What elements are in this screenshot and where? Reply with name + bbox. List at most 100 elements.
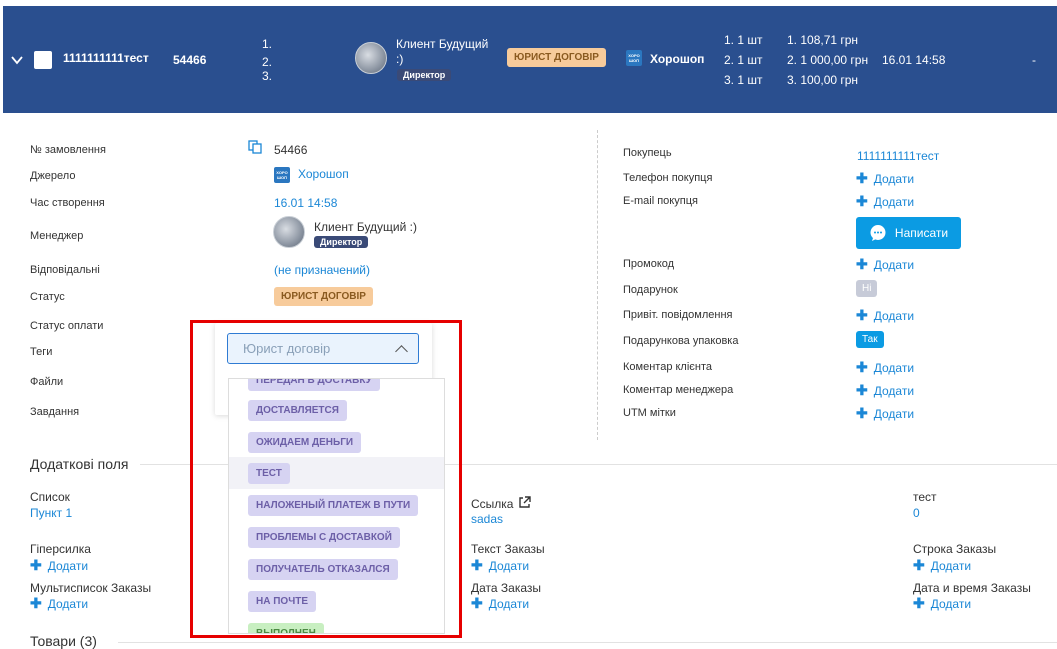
label-files: Файли [30,376,64,388]
order-name[interactable]: 1111111111тест [63,51,149,65]
add-label: Додати [930,559,972,573]
field-date-orders-label: Дата Заказы [471,581,542,595]
label-email: E-mail покупця [623,195,698,207]
add-client-comment-button[interactable]: ✚ Додати [856,359,914,376]
label-gift-pack: Подарункова упаковка [623,335,739,347]
add-datetime-orders-button[interactable]: ✚ Додати [913,595,971,612]
order-no-value: 54466 [274,143,308,157]
add-text-orders-button[interactable]: ✚ Додати [471,557,529,574]
dash: - [1032,53,1036,67]
add-date-orders-button[interactable]: ✚ Додати [471,595,529,612]
plus-icon: ✚ [30,595,42,611]
chat-icon [870,225,886,241]
write-button[interactable]: Написати [856,217,961,249]
write-button-label: Написати [894,226,949,240]
client-name: Клиент Будущий :) [396,37,489,66]
label-created: Час створення [30,197,105,209]
label-tasks: Завдання [30,406,80,418]
add-promo-button[interactable]: ✚ Додати [856,256,914,273]
field-list-value[interactable]: Пункт 1 [30,506,72,520]
label-status: Статус [30,291,65,303]
label-order-no: № замовлення [30,144,106,156]
label-manager-comment: Коментар менеджера [623,384,734,396]
item-index: 1. [262,37,273,51]
price: 1. 108,71 грн [787,33,859,47]
manager-name[interactable]: Клиент Будущий :) [314,220,417,234]
order-row-bar[interactable]: 1111111111тест 54466 1. 2. 3. Клиент Буд… [3,6,1057,113]
plus-icon: ✚ [856,170,868,186]
source-link[interactable]: Хорошоп [298,167,349,181]
label-greeting: Привіт. повідомлення [623,309,733,321]
buyer-link[interactable]: 1111111111тест [857,149,939,163]
column-divider [597,130,598,440]
add-phone-button[interactable]: ✚ Додати [856,170,914,187]
plus-icon: ✚ [471,557,483,573]
role-badge: Директор [397,69,452,81]
field-datetime-orders-label: Дата и время Заказы [913,581,1031,595]
label-promo: Промокод [623,258,675,270]
field-list-label: Список [30,490,70,504]
add-label: Додати [873,407,915,421]
label-responsible: Відповідальні [30,264,100,276]
item-index: 3. [262,69,273,83]
add-label: Додати [873,384,915,398]
gift-pack-toggle[interactable]: Так [856,331,884,348]
plus-icon: ✚ [30,557,42,573]
divider [118,642,1057,643]
gift-toggle[interactable]: Ні [856,280,878,297]
field-string-orders-label: Строка Заказы [913,542,997,556]
plus-icon: ✚ [471,595,483,611]
add-string-orders-button[interactable]: ✚ Додати [913,557,971,574]
field-text-orders-label: Текст Заказы [471,542,545,556]
order-header-row[interactable]: 1111111111тест 54466 1. 2. 3. Клиент Буд… [0,0,1057,113]
add-manager-comment-button[interactable]: ✚ Додати [856,382,914,399]
responsible-link[interactable]: (не призначений) [274,263,370,277]
status-badge[interactable]: ЮРИСТ ДОГОВІР [274,287,373,306]
add-label: Додати [873,172,915,186]
label-gift: Подарунок [623,284,678,296]
add-hyperlink-button[interactable]: ✚ Додати [30,557,88,574]
add-label: Додати [930,597,972,611]
add-label: Додати [47,559,89,573]
field-test-value[interactable]: 0 [913,506,920,520]
plus-icon: ✚ [913,595,925,611]
add-label: Додати [873,258,915,272]
order-id: 54466 [173,53,207,67]
plus-icon: ✚ [913,557,925,573]
add-label: Додати [488,597,530,611]
label-manager: Менеджер [30,230,84,242]
label-utm: UTM мітки [623,407,676,419]
add-label: Додати [873,195,915,209]
field-link-label: Ссылка [471,497,514,511]
label-client-comment: Коментар клієнта [623,361,713,373]
add-email-button[interactable]: ✚ Додати [856,193,914,210]
plus-icon: ✚ [856,405,868,421]
label-buyer: Покупець [623,147,672,159]
label-phone: Телефон покупця [623,172,713,184]
chevron-down-icon[interactable] [11,54,23,66]
field-hyperlink-label: Гіперсилка [30,542,91,556]
field-test-label: тест [913,490,937,504]
external-link-icon[interactable] [518,496,531,509]
field-link-value[interactable]: sadas [471,512,503,526]
order-date: 16.01 14:58 [882,53,946,67]
plus-icon: ✚ [856,307,868,323]
shop-logo-icon: ХОРО ШОП [626,50,642,66]
highlight-box [190,320,462,638]
label-payment-status: Статус оплати [30,320,104,332]
add-multilist-button[interactable]: ✚ Додати [30,595,88,612]
created-value: 16.01 14:58 [274,196,338,210]
avatar [355,42,387,74]
row-checkbox[interactable] [34,51,52,69]
copy-icon[interactable] [248,140,262,154]
quantity: 1. 1 шт [724,33,763,47]
add-utm-button[interactable]: ✚ Додати [856,405,914,422]
add-label: Додати [47,597,89,611]
quantity: 2. 1 шт [724,53,763,67]
add-label: Додати [873,361,915,375]
label-tags: Теги [30,346,53,358]
plus-icon: ✚ [856,382,868,398]
label-source: Джерело [30,170,76,182]
field-multilist-label: Мультисписок Заказы [30,581,152,595]
add-greeting-button[interactable]: ✚ Додати [856,307,914,324]
